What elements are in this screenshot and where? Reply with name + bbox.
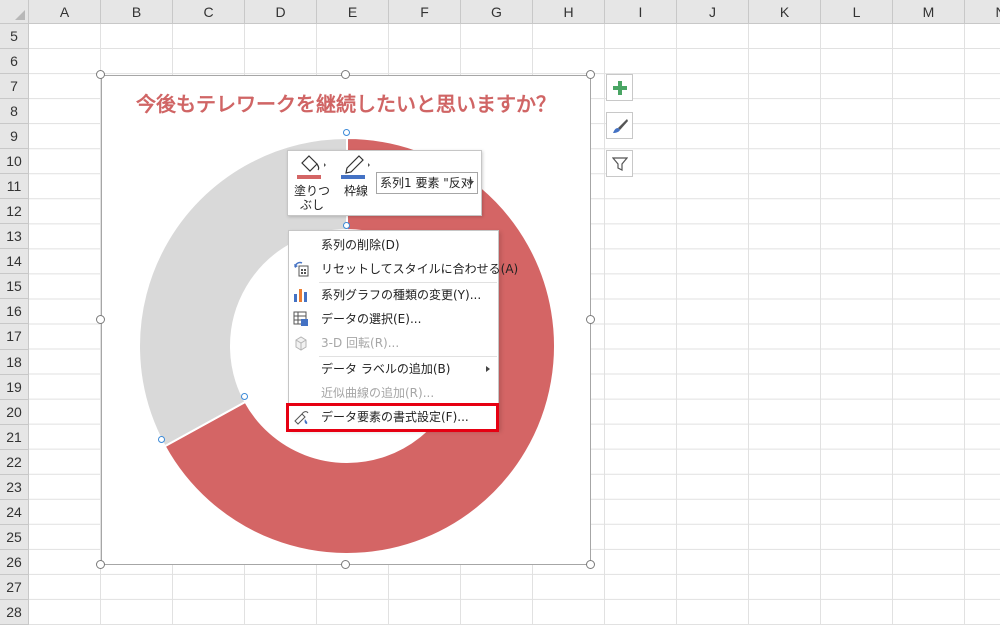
resize-handle-sw[interactable] [96,560,105,569]
context-menu: 系列の削除(D) リセットしてスタイルに合わせる(A) 系列グラフの種類の変更(… [288,230,518,430]
row-header-13[interactable]: 13 [0,224,28,250]
column-header-N[interactable]: N [965,0,1000,24]
column-headers: ABCDEFGHIJKLMN [29,0,1000,24]
fill-label-line1: 塗りつ [293,184,331,198]
row-headers: 5 6 7 8 9 10 11 12 13 14 15 16 17 18 19 20 21 22 23 24 25 26 2… [0,24,29,625]
menu-item-add-data-labels[interactable]: データ ラベルの追加(B) [289,357,498,381]
chart-styles-button[interactable] [606,112,633,139]
row-header-20[interactable]: 20 [0,400,28,425]
menu-item-reset-style[interactable]: リセットしてスタイルに合わせる(A) [289,257,518,281]
chart-elements-button[interactable] [606,74,633,101]
menu-item-label: 近似曲線の追加(R)... [321,386,435,400]
column-header-I[interactable]: I [605,0,677,24]
menu-item-change-chart-type[interactable]: 系列グラフの種類の変更(Y)... [289,283,498,307]
series-select-value: 系列1 要素 "反对 [380,176,473,190]
paint-bucket-icon [297,155,326,179]
row-header-10[interactable]: 10 [0,149,28,175]
submenu-arrow-icon [486,366,490,372]
row-header-27[interactable]: 27 [0,575,28,600]
row-header-26[interactable]: 26 [0,550,28,575]
resize-handle-n[interactable] [341,70,350,79]
rotate-3d-icon [295,336,307,351]
menu-item-label: 系列グラフの種類の変更(Y)... [321,288,482,302]
highlight-annotation-box [286,403,499,432]
row-header-14[interactable]: 14 [0,249,28,275]
reset-style-icon [294,261,309,277]
resize-handle-nw[interactable] [96,70,105,79]
select-data-icon [293,311,308,326]
column-header-D[interactable]: D [245,0,317,24]
menu-item-label: リセットしてスタイルに合わせる(A) [321,262,519,276]
point-handle-top[interactable] [343,129,350,136]
menu-item-add-trendline[interactable]: 近似曲線の追加(R)... [289,381,498,405]
row-header-5[interactable]: 5 [0,24,28,50]
menu-item-label: 系列の削除(D) [321,238,400,252]
row-header-17[interactable]: 17 [0,324,28,350]
point-handle-inner-left[interactable] [241,393,248,400]
point-handle-inner-top[interactable] [343,222,350,229]
column-header-M[interactable]: M [893,0,965,24]
plus-icon [612,80,627,95]
fill-label-line2: ぶし [299,198,324,212]
row-header-16[interactable]: 16 [0,299,28,325]
row-header-22[interactable]: 22 [0,450,28,475]
point-handle-outer-left[interactable] [158,436,165,443]
column-header-C[interactable]: C [173,0,245,24]
resize-handle-se[interactable] [586,560,595,569]
resize-handle-e[interactable] [586,315,595,324]
select-all-corner[interactable] [0,0,29,24]
row-header-9[interactable]: 9 [0,124,28,150]
row-header-28[interactable]: 28 [0,600,28,625]
pen-outline-icon [341,155,370,179]
row-header-25[interactable]: 25 [0,525,28,550]
menu-item-delete-series[interactable]: 系列の削除(D) [289,233,498,257]
resize-handle-s[interactable] [341,560,350,569]
row-header-18[interactable]: 18 [0,350,28,375]
row-header-21[interactable]: 21 [0,425,28,450]
row-header-19[interactable]: 19 [0,375,28,400]
filter-icon [611,156,628,171]
resize-handle-w[interactable] [96,315,105,324]
row-header-7[interactable]: 7 [0,74,28,100]
row-header-23[interactable]: 23 [0,475,28,500]
series-element-select[interactable]: 系列1 要素 "反对 [376,172,478,194]
column-header-F[interactable]: F [389,0,461,24]
row-header-11[interactable]: 11 [0,174,28,200]
column-header-K[interactable]: K [749,0,821,24]
menu-item-label: データの選択(E)... [321,312,422,326]
row-header-24[interactable]: 24 [0,500,28,525]
brush-icon [612,118,628,133]
menu-item-select-data[interactable]: データの選択(E)... [289,307,498,331]
menu-item-label: 3-D 回転(R)... [321,336,400,350]
change-chart-type-icon [294,289,307,302]
column-header-E[interactable]: E [317,0,389,24]
column-header-B[interactable]: B [101,0,173,24]
fill-button[interactable]: 塗りつ ぶし [292,153,332,212]
column-header-H[interactable]: H [533,0,605,24]
row-header-6[interactable]: 6 [0,49,28,75]
column-header-A[interactable]: A [29,0,101,24]
mini-toolbar: 塗りつ ぶし 枠線 系列1 要素 "反对 [287,150,482,216]
column-header-J[interactable]: J [677,0,749,24]
chart-filters-button[interactable] [606,150,633,177]
column-header-G[interactable]: G [461,0,533,24]
chevron-down-icon [468,181,474,185]
menu-item-label: データ ラベルの追加(B) [321,362,451,376]
row-header-8[interactable]: 8 [0,99,28,125]
column-header-L[interactable]: L [821,0,893,24]
menu-item-3d-rotation[interactable]: 3-D 回転(R)... [289,331,498,355]
row-header-15[interactable]: 15 [0,274,28,300]
outline-label: 枠線 [343,184,368,198]
outline-button[interactable]: 枠線 [336,153,376,198]
row-header-12[interactable]: 12 [0,199,28,225]
chart-title[interactable]: 今後もテレワークを継続したいと思いますか？ [102,88,590,117]
resize-handle-ne[interactable] [586,70,595,79]
